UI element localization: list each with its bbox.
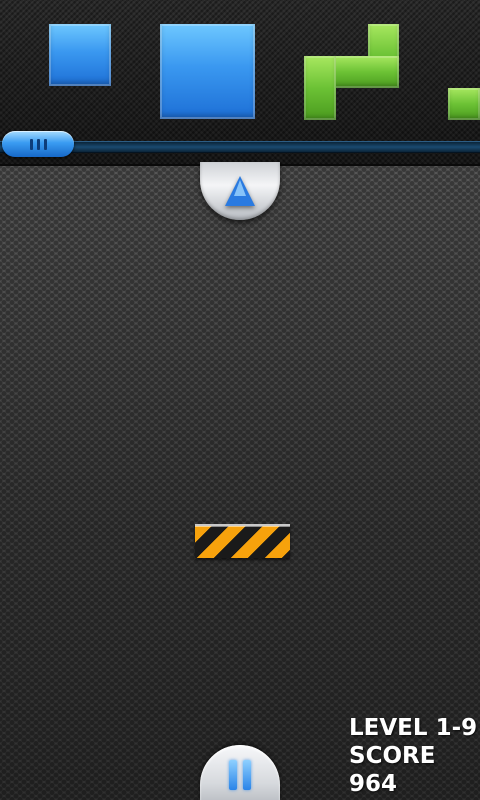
level-line: LEVEL 1-9 — [349, 714, 477, 742]
grip-icon — [36, 138, 40, 150]
level-value: 1-9 — [435, 715, 478, 741]
score-label: SCORE — [349, 743, 436, 769]
game-screen: LEVEL 1-9 SCORE 964 — [0, 0, 480, 800]
pause-icon — [243, 760, 251, 790]
hazard-paddle[interactable] — [195, 524, 290, 558]
level-label: LEVEL — [349, 715, 428, 741]
tray-piece-green-s[interactable] — [304, 24, 399, 120]
playfield[interactable] — [0, 166, 480, 800]
score-value: 964 — [349, 771, 398, 797]
tray-piece-blue-large[interactable] — [160, 24, 255, 119]
hud: LEVEL 1-9 SCORE 964 — [349, 714, 477, 798]
tray-piece-blue-small[interactable] — [49, 24, 111, 86]
tray-piece-green-partial[interactable] — [448, 88, 480, 120]
pause-icon — [229, 760, 237, 790]
grip-icon — [29, 138, 33, 150]
piece-tray — [0, 0, 480, 166]
up-arrow-highlight — [234, 180, 246, 196]
tray-scroll-handle[interactable] — [2, 131, 74, 157]
grip-icon — [43, 138, 47, 150]
